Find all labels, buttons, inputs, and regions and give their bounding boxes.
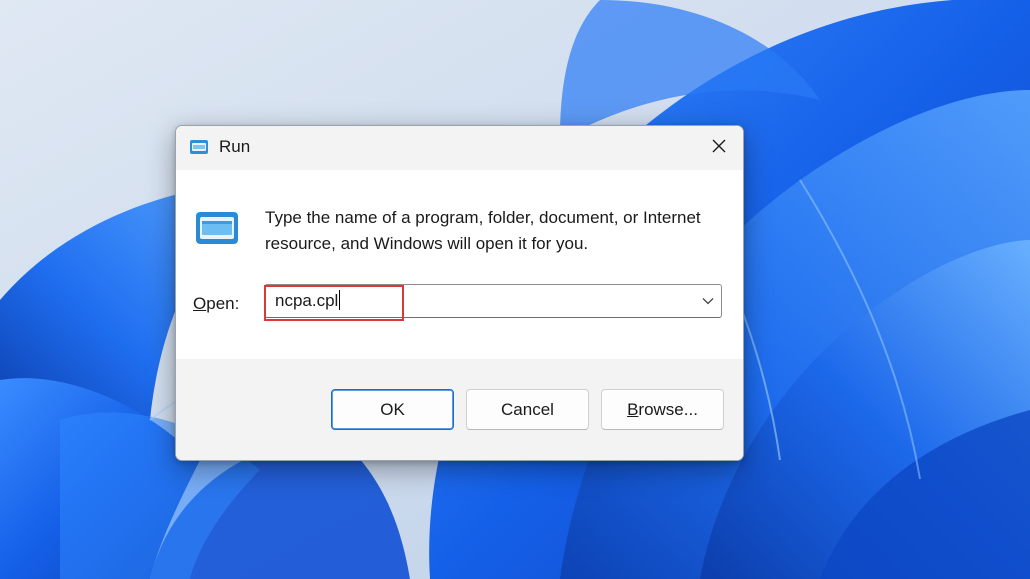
browse-accesskey: B bbox=[627, 399, 639, 419]
open-label-rest: pen: bbox=[206, 294, 240, 313]
open-input[interactable]: ncpa.cpl bbox=[275, 285, 341, 317]
window-title: Run bbox=[219, 137, 251, 156]
text-caret bbox=[339, 290, 341, 311]
dialog-footer: OK Cancel Browse... bbox=[176, 359, 743, 460]
dialog-description: Type the name of a program, folder, docu… bbox=[265, 208, 701, 253]
browse-label-rest: rowse... bbox=[638, 399, 698, 419]
open-combobox[interactable]: ncpa.cpl bbox=[264, 284, 722, 318]
close-icon bbox=[712, 139, 726, 153]
close-button[interactable] bbox=[695, 126, 743, 166]
cancel-button[interactable]: Cancel bbox=[466, 389, 589, 430]
open-label-accesskey: O bbox=[193, 294, 207, 313]
run-icon bbox=[190, 140, 208, 154]
open-label: Open: bbox=[193, 294, 239, 314]
open-input-value: ncpa.cpl bbox=[275, 291, 339, 310]
run-large-icon bbox=[196, 212, 238, 244]
desktop: Run Type the name of a program, folder, … bbox=[0, 0, 1030, 579]
dialog-content: Type the name of a program, folder, docu… bbox=[176, 170, 743, 359]
browse-button[interactable]: Browse... bbox=[601, 389, 724, 430]
chevron-down-icon[interactable] bbox=[701, 294, 715, 308]
titlebar[interactable]: Run bbox=[176, 126, 743, 170]
run-dialog: Run Type the name of a program, folder, … bbox=[175, 125, 744, 461]
ok-button[interactable]: OK bbox=[331, 389, 454, 430]
